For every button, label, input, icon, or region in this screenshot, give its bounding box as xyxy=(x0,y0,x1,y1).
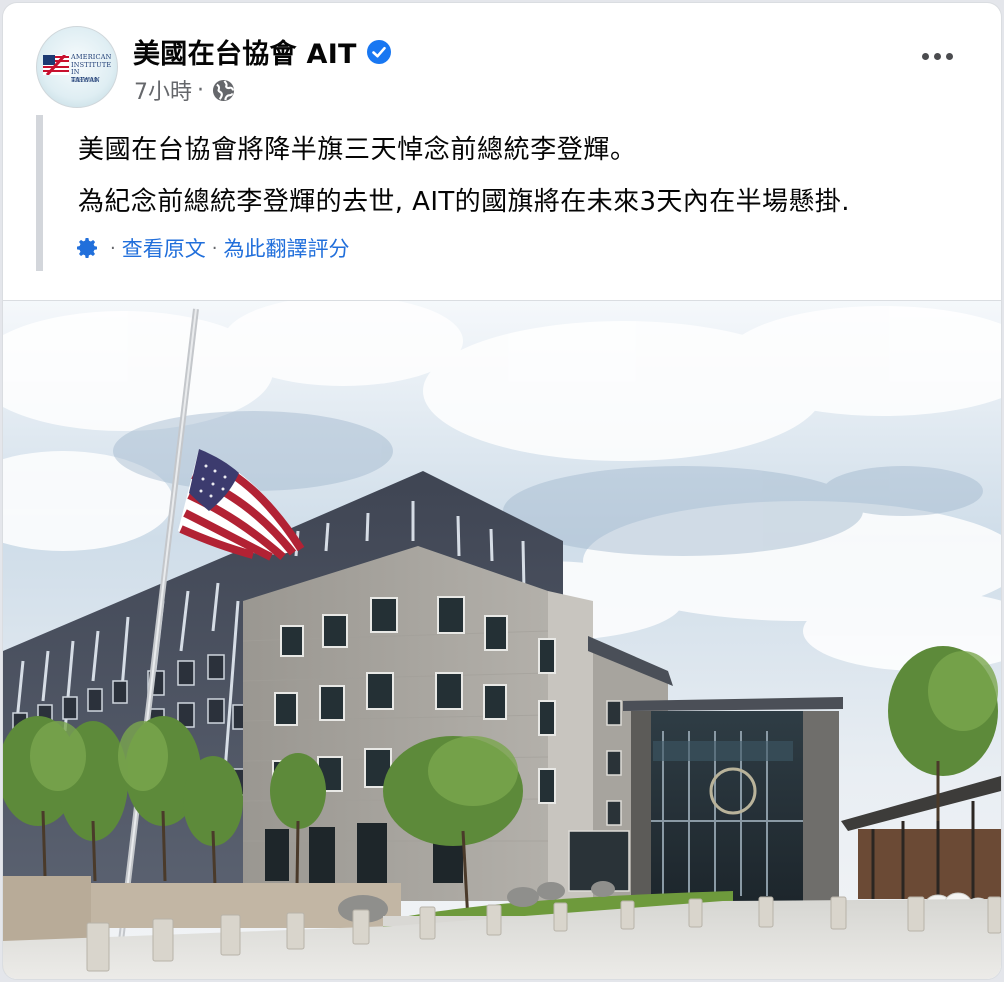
page-avatar[interactable]: AMERICAN INSTITUTE IN TAIWAN 美國在台協會 xyxy=(36,26,118,108)
globe-icon xyxy=(212,79,235,101)
post-text-line-2: 為紀念前總統李登輝的去世, AIT的國旗將在未來3天內在半場懸掛. xyxy=(78,187,850,217)
translation-controls: · 查看原文 · 為此翻譯評分 xyxy=(76,233,349,263)
more-options-button[interactable] xyxy=(922,53,953,60)
translation-quote-bar xyxy=(36,115,43,271)
page-name[interactable]: 美國在台協會 AIT xyxy=(133,32,357,71)
post-header: AMERICAN INSTITUTE IN TAIWAN 美國在台協會 美國在台… xyxy=(3,3,1001,113)
more-dot-icon xyxy=(946,53,953,60)
flag-logo-icon xyxy=(43,55,69,75)
building-entrance xyxy=(623,697,843,901)
see-original-link[interactable]: 查看原文 xyxy=(122,233,206,263)
separator-dot: · xyxy=(110,237,116,259)
post-meta: 7小時 · xyxy=(134,74,235,106)
post-text-block: 美國在台協會將降半旗三天悼念前總統李登輝。 為紀念前總統李登輝的去世, AIT的… xyxy=(36,115,976,271)
post-photo[interactable] xyxy=(3,301,1001,979)
post-text-line-1: 美國在台協會將降半旗三天悼念前總統李登輝。 xyxy=(78,135,637,165)
avatar-subtitle: 美國在台協會 xyxy=(71,78,98,83)
more-dot-icon xyxy=(934,53,941,60)
post-timestamp[interactable]: 7小時 xyxy=(134,74,192,106)
more-dot-icon xyxy=(922,53,929,60)
rate-translation-link[interactable]: 為此翻譯評分 xyxy=(223,233,349,263)
separator-dot: · xyxy=(211,237,218,259)
meta-separator: · xyxy=(197,77,204,103)
gear-icon[interactable] xyxy=(76,236,100,260)
post-card: AMERICAN INSTITUTE IN TAIWAN 美國在台協會 美國在台… xyxy=(3,3,1001,979)
page-name-row: 美國在台協會 AIT xyxy=(133,32,391,71)
verified-badge-icon xyxy=(366,39,391,64)
